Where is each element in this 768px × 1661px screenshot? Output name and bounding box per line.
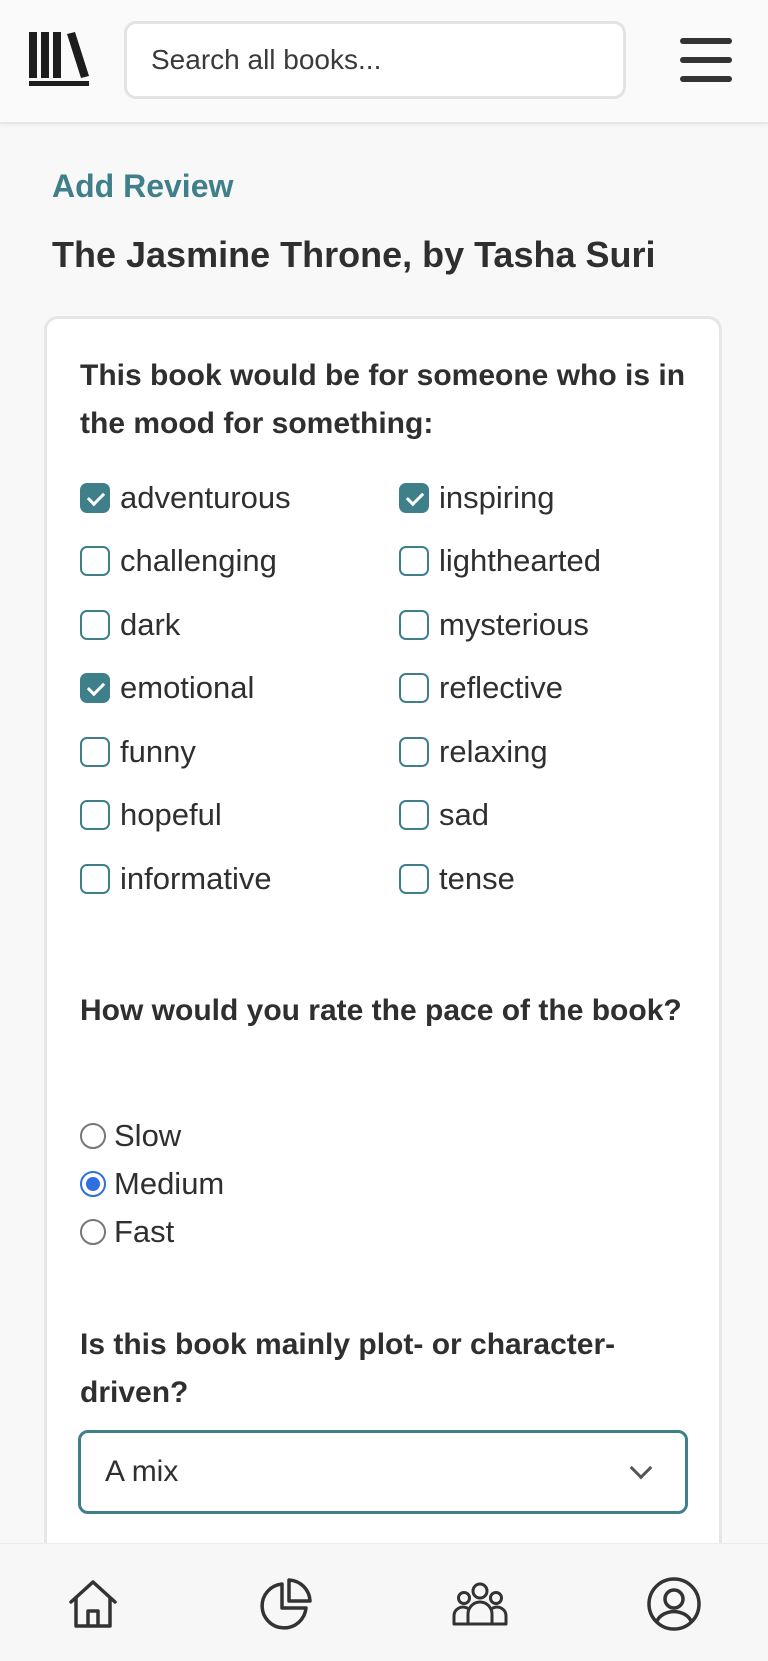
mood-label: relaxing bbox=[439, 734, 548, 769]
mood-label: tense bbox=[439, 861, 515, 896]
radio[interactable] bbox=[80, 1171, 106, 1197]
profile-icon[interactable] bbox=[644, 1574, 704, 1634]
mood-option-inspiring[interactable]: inspiring bbox=[399, 478, 554, 518]
mood-option-dark[interactable]: dark bbox=[80, 605, 180, 645]
mood-option-sad[interactable]: sad bbox=[399, 795, 489, 835]
mood-option-challenging[interactable]: challenging bbox=[80, 541, 277, 581]
top-bar bbox=[0, 0, 768, 124]
mood-option-hopeful[interactable]: hopeful bbox=[80, 795, 222, 835]
mood-label: dark bbox=[120, 607, 181, 642]
checkbox[interactable] bbox=[399, 673, 429, 703]
mood-option-informative[interactable]: informative bbox=[80, 859, 272, 899]
mood-question: This book would be for someone who is in… bbox=[80, 359, 686, 440]
book-title: The Jasmine Throne, by Tasha Suri bbox=[52, 234, 656, 275]
checkbox[interactable] bbox=[399, 864, 429, 894]
pace-label: Medium bbox=[114, 1166, 225, 1201]
radio[interactable] bbox=[80, 1123, 106, 1149]
mood-option-reflective[interactable]: reflective bbox=[399, 668, 563, 708]
mood-label: sad bbox=[439, 797, 489, 832]
pace-option-medium[interactable]: Medium bbox=[80, 1164, 224, 1204]
mood-label: adventurous bbox=[120, 480, 291, 515]
checkbox[interactable] bbox=[80, 483, 110, 513]
checkbox[interactable] bbox=[80, 800, 110, 830]
mood-label: lighthearted bbox=[439, 543, 602, 578]
mood-label: inspiring bbox=[439, 480, 555, 515]
pace-label: Slow bbox=[114, 1118, 182, 1153]
mood-label: challenging bbox=[120, 543, 277, 578]
home-icon[interactable] bbox=[63, 1574, 123, 1634]
checkbox[interactable] bbox=[80, 610, 110, 640]
pace-option-slow[interactable]: Slow bbox=[80, 1116, 181, 1156]
stats-pie-icon[interactable] bbox=[256, 1574, 316, 1634]
checkbox[interactable] bbox=[80, 864, 110, 894]
checkbox[interactable] bbox=[399, 800, 429, 830]
plot-character-select[interactable]: A mix bbox=[78, 1430, 688, 1514]
mood-option-funny[interactable]: funny bbox=[80, 732, 196, 772]
mood-option-tense[interactable]: tense bbox=[399, 859, 515, 899]
checkbox[interactable] bbox=[399, 546, 429, 576]
checkbox[interactable] bbox=[80, 673, 110, 703]
driven-question: Is this book mainly plot- or character-d… bbox=[80, 1328, 616, 1409]
search-box[interactable] bbox=[124, 21, 626, 99]
mood-label: hopeful bbox=[120, 797, 222, 832]
pace-question: How would you rate the pace of the book? bbox=[80, 994, 682, 1027]
mood-label: emotional bbox=[120, 670, 255, 705]
mood-option-lighthearted[interactable]: lighthearted bbox=[399, 541, 601, 581]
checkbox[interactable] bbox=[399, 483, 429, 513]
checkbox[interactable] bbox=[80, 546, 110, 576]
checkbox[interactable] bbox=[80, 737, 110, 767]
mood-option-adventurous[interactable]: adventurous bbox=[80, 478, 291, 518]
select-value: A mix bbox=[105, 1455, 179, 1488]
mood-option-mysterious[interactable]: mysterious bbox=[399, 605, 589, 645]
search-input[interactable] bbox=[151, 44, 599, 76]
mood-option-emotional[interactable]: emotional bbox=[80, 668, 254, 708]
mood-label: mysterious bbox=[439, 607, 589, 642]
checkbox[interactable] bbox=[399, 610, 429, 640]
add-review-link[interactable]: Add Review bbox=[52, 168, 233, 205]
pace-label: Fast bbox=[114, 1214, 175, 1249]
radio[interactable] bbox=[80, 1219, 106, 1245]
hamburger-menu-icon[interactable] bbox=[680, 38, 732, 82]
mood-option-relaxing[interactable]: relaxing bbox=[399, 732, 548, 772]
mood-label: reflective bbox=[439, 670, 564, 705]
community-icon[interactable] bbox=[450, 1574, 510, 1634]
mood-label: informative bbox=[120, 861, 272, 896]
bottom-nav bbox=[0, 1543, 768, 1661]
mood-label: funny bbox=[120, 734, 196, 769]
storygraph-logo-icon[interactable] bbox=[27, 30, 91, 88]
checkbox[interactable] bbox=[399, 737, 429, 767]
chevron-down-icon bbox=[629, 1456, 653, 1480]
pace-option-fast[interactable]: Fast bbox=[80, 1212, 174, 1252]
